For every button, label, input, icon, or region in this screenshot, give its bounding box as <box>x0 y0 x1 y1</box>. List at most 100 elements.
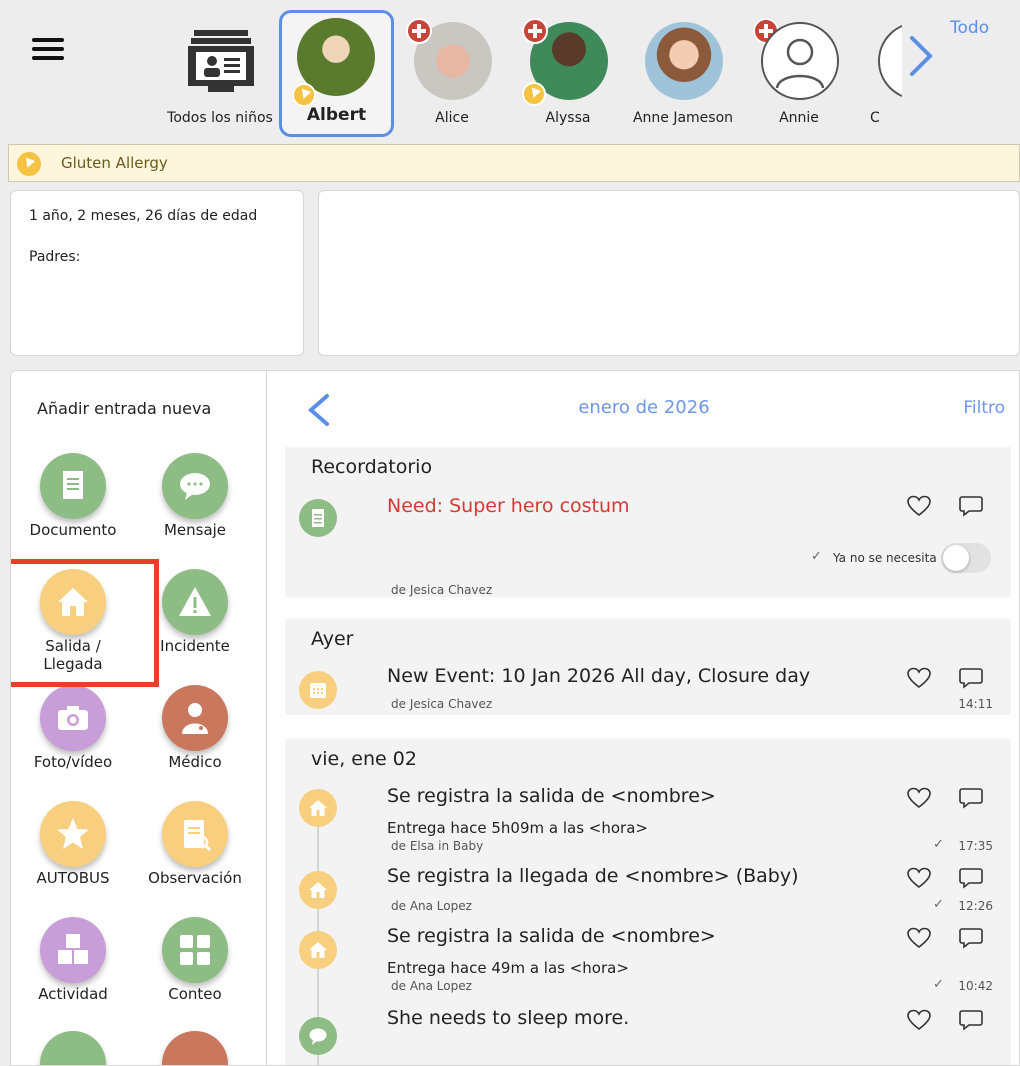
entry-title: Se registra la salida de <nombre> <box>387 785 716 807</box>
action-foto-video[interactable]: Foto/vídeo <box>13 685 133 771</box>
child-all[interactable]: Todos los niños <box>164 14 276 134</box>
entry-title: Se registra la salida de <nombre> <box>387 925 716 947</box>
feed-entry[interactable]: Se registra la salida de <nombre> Entreg… <box>285 779 1011 859</box>
child-anne-jameson[interactable]: Anne Jameson <box>627 14 779 134</box>
entry-time: 12:26 <box>958 899 993 913</box>
section-header: Ayer <box>311 628 354 650</box>
entry-time: 14:11 <box>958 697 993 711</box>
entry-title: Need: Super hero costum <box>387 495 630 517</box>
activity-feed: enero de 2026 Filtro Recordatorio Need: … <box>267 371 1019 1065</box>
heart-icon[interactable] <box>907 787 931 809</box>
hamburger-menu-icon[interactable] <box>32 38 64 60</box>
check-icon: ✓ <box>933 977 944 992</box>
action-medico[interactable]: Médico <box>135 685 255 771</box>
filter-button[interactable]: Filtro <box>963 398 1005 418</box>
todo-link[interactable]: Todo <box>950 18 989 38</box>
comment-icon[interactable] <box>959 927 983 949</box>
action-list-partial[interactable] <box>13 1031 133 1065</box>
parents-label: Padres: <box>29 249 81 265</box>
child-name: C <box>870 110 880 126</box>
action-bottle-partial[interactable] <box>135 1031 255 1065</box>
feed-entry[interactable]: Need: Super hero costum ✓ Ya no se neces… <box>285 487 1011 597</box>
heart-icon[interactable] <box>907 1009 931 1031</box>
doctor-icon <box>162 685 228 751</box>
child-name: Todos los niños <box>167 110 273 126</box>
avatar <box>878 22 902 100</box>
heart-icon[interactable] <box>907 495 931 517</box>
avatar <box>645 22 723 100</box>
medical-badge-icon <box>522 18 548 44</box>
section-header: vie, ene 02 <box>311 748 417 770</box>
entry-time: 17:35 <box>958 839 993 853</box>
clipboard-search-icon <box>162 801 228 867</box>
entry-author: de Ana Lopez <box>391 979 472 993</box>
action-conteo[interactable]: Conteo <box>135 917 255 1003</box>
warning-icon <box>162 569 228 635</box>
child-info-panel: 1 año, 2 meses, 26 días de edad Padres: <box>10 190 304 356</box>
action-autobus[interactable]: AUTOBUS <box>13 801 133 887</box>
action-actividad[interactable]: Actividad <box>13 917 133 1003</box>
entry-title: She needs to sleep more. <box>387 1007 630 1029</box>
allergy-badge-icon <box>522 82 546 106</box>
toggle-label: Ya no se necesita <box>833 551 937 565</box>
feed-entry[interactable]: Se registra la salida de <nombre> Entreg… <box>285 923 1011 1003</box>
comment-icon[interactable] <box>959 787 983 809</box>
action-label: Conteo <box>168 985 222 1003</box>
child-name: Albert <box>306 105 367 125</box>
action-observacion[interactable]: Observación <box>135 801 255 887</box>
entry-author: de Ana Lopez <box>391 899 472 913</box>
month-label: enero de 2026 <box>578 397 710 418</box>
chevron-right-icon[interactable] <box>904 34 936 78</box>
action-incidente[interactable]: Incidente <box>135 569 255 655</box>
message-icon <box>299 1017 337 1055</box>
action-label: Incidente <box>160 637 230 655</box>
feed-entry[interactable]: She needs to sleep more. <box>285 1005 1011 1065</box>
all-children-icon <box>188 30 254 92</box>
comment-icon[interactable] <box>959 667 983 689</box>
feed-section: Ayer New Event: 10 Jan 2026 All day, Clo… <box>285 619 1011 715</box>
no-longer-needed-toggle[interactable] <box>941 543 991 573</box>
child-partial[interactable]: C <box>822 14 902 134</box>
comment-icon[interactable] <box>959 1009 983 1031</box>
allergy-label: Gluten Allergy <box>61 154 168 172</box>
message-icon <box>162 453 228 519</box>
heart-icon[interactable] <box>907 667 931 689</box>
action-label: Documento <box>29 521 117 539</box>
faces-icon <box>162 917 228 983</box>
child-age: 1 año, 2 meses, 26 días de edad <box>29 208 258 224</box>
action-salida-llegada[interactable]: Salida / Llegada <box>13 569 133 673</box>
child-alice[interactable]: Alice <box>396 14 508 134</box>
section-header: Recordatorio <box>311 456 433 478</box>
entry-author: de Jesica Chavez <box>391 697 493 711</box>
main-panel: Añadir entrada nueva Documento Mensaje S… <box>10 370 1020 1066</box>
action-mensaje[interactable]: Mensaje <box>135 453 255 539</box>
action-label: Mensaje <box>163 521 227 539</box>
entry-title: New Event: 10 Jan 2026 All day, Closure … <box>387 665 811 687</box>
action-documento[interactable]: Documento <box>13 453 133 539</box>
star-icon <box>40 801 106 867</box>
camera-icon <box>40 685 106 751</box>
document-icon <box>299 499 337 537</box>
blocks-icon <box>40 917 106 983</box>
entry-time: 10:42 <box>958 979 993 993</box>
feed-entry[interactable]: New Event: 10 Jan 2026 All day, Closure … <box>285 659 1011 715</box>
feed-entry[interactable]: Se registra la llegada de <nombre> (Baby… <box>285 863 1011 919</box>
child-alyssa[interactable]: Alyssa <box>512 14 624 134</box>
child-name: Anne Jameson <box>632 110 734 126</box>
heart-icon[interactable] <box>907 867 931 889</box>
entry-author: de Jesica Chavez <box>391 583 493 597</box>
heart-icon[interactable] <box>907 927 931 949</box>
children-header: Todos los niños Albert Alice Alyssa Anne… <box>0 0 1020 142</box>
action-label: Salida / Llegada <box>43 637 103 673</box>
entry-subtitle: Entrega hace 5h09m a las <hora> <box>387 819 648 837</box>
entry-subtitle: Entrega hace 49m a las <hora> <box>387 959 629 977</box>
child-name: Alyssa <box>545 110 591 126</box>
action-label: Actividad <box>38 985 108 1003</box>
child-albert[interactable]: Albert <box>279 10 394 137</box>
comment-icon[interactable] <box>959 867 983 889</box>
allergy-icon <box>17 152 41 176</box>
child-name: Alice <box>435 110 469 126</box>
comment-icon[interactable] <box>959 495 983 517</box>
add-entry-panel: Añadir entrada nueva Documento Mensaje S… <box>11 371 267 1065</box>
entry-author: de Elsa in Baby <box>391 839 484 853</box>
